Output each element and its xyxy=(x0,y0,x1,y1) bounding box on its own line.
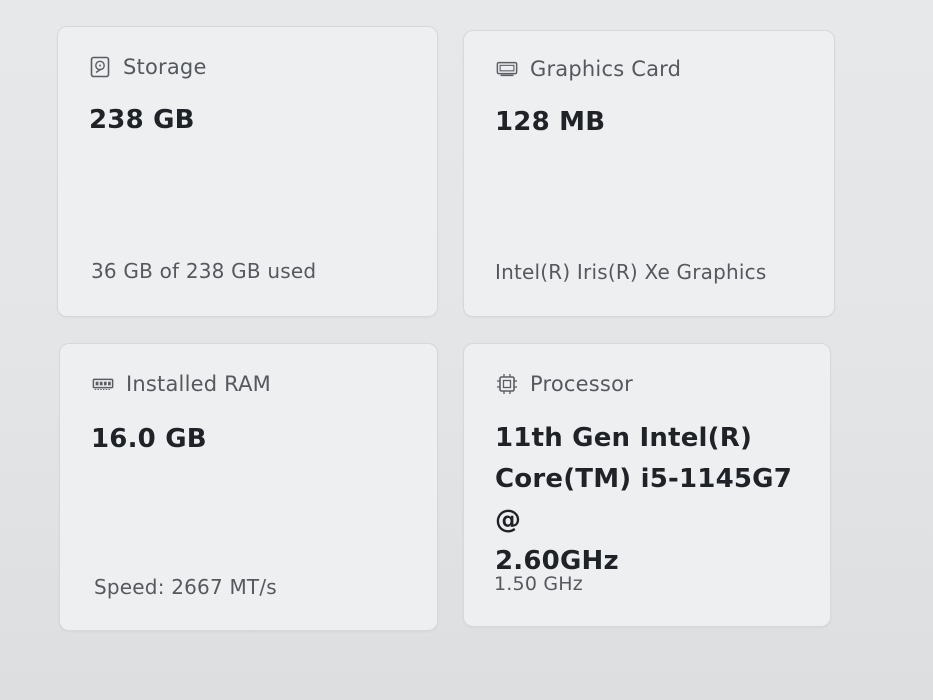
storage-value: 238 GB xyxy=(89,105,195,135)
ram-card[interactable]: Installed RAM 16.0 GB Speed: 2667 MT/s xyxy=(59,343,438,631)
hard-drive-icon xyxy=(89,56,111,78)
graphics-card-icon xyxy=(496,58,518,80)
ram-detail: Speed: 2667 MT/s xyxy=(94,575,277,599)
storage-title: Storage xyxy=(123,55,207,79)
storage-card[interactable]: Storage 238 GB 36 GB of 238 GB used xyxy=(57,26,438,317)
ram-value: 16.0 GB xyxy=(91,424,207,454)
processor-value: 11th Gen Intel(R) Core(TM) i5-1145G7 @ 2… xyxy=(495,418,825,582)
processor-detail: 1.50 GHz xyxy=(494,573,583,595)
storage-detail: 36 GB of 238 GB used xyxy=(91,259,317,283)
processor-chip-icon xyxy=(496,373,518,395)
ram-title: Installed RAM xyxy=(126,372,271,396)
processor-title: Processor xyxy=(530,372,633,396)
graphics-card-header: Graphics Card xyxy=(496,57,681,81)
ram-module-icon xyxy=(92,373,114,395)
storage-card-header: Storage xyxy=(89,55,207,79)
graphics-title: Graphics Card xyxy=(530,57,682,81)
processor-card-header: Processor xyxy=(496,372,633,396)
processor-value-line-1: 11th Gen Intel(R) xyxy=(495,423,753,453)
ram-card-header: Installed RAM xyxy=(92,372,271,396)
processor-card[interactable]: Processor 11th Gen Intel(R) Core(TM) i5-… xyxy=(463,343,831,627)
graphics-detail: Intel(R) Iris(R) Xe Graphics xyxy=(495,260,767,284)
graphics-card-card[interactable]: Graphics Card 128 MB Intel(R) Iris(R) Xe… xyxy=(463,30,835,317)
processor-value-line-2: Core(TM) i5-1145G7 @ xyxy=(495,464,793,535)
graphics-value: 128 MB xyxy=(495,107,606,137)
